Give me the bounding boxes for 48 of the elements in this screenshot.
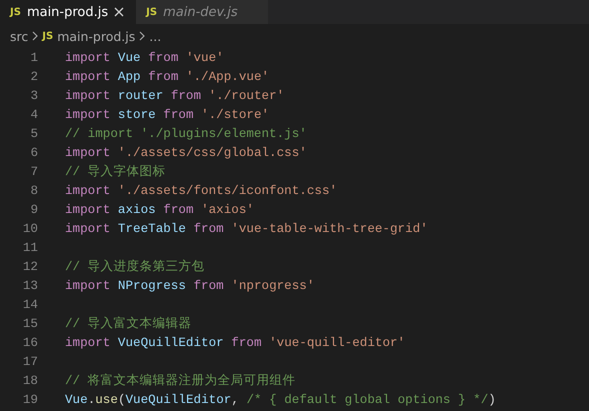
breadcrumb-item[interactable]: ... bbox=[149, 28, 162, 44]
code-line: import './assets/css/global.css' bbox=[65, 146, 307, 160]
code-line: // 导入字体图标 bbox=[65, 164, 166, 180]
code-line: // 导入富文本编辑器 bbox=[65, 316, 192, 332]
line-number: 16 bbox=[22, 336, 38, 350]
js-file-icon: JS bbox=[146, 6, 158, 18]
line-number: 7 bbox=[29, 164, 38, 178]
line-number: 12 bbox=[22, 260, 38, 274]
line-number: 5 bbox=[29, 126, 38, 140]
line-number: 19 bbox=[22, 392, 38, 406]
line-number: 6 bbox=[29, 146, 38, 160]
tab-label[interactable]: main-prod.js bbox=[26, 4, 108, 20]
code-line: import TreeTable from 'vue-table-with-tree-grid' bbox=[65, 222, 428, 236]
code-line: import store from './store' bbox=[65, 108, 270, 122]
line-number: 4 bbox=[29, 108, 38, 122]
line-number: 10 bbox=[22, 222, 38, 236]
line-number: 18 bbox=[22, 374, 38, 388]
line-number: 11 bbox=[22, 240, 38, 254]
line-number: 15 bbox=[22, 316, 38, 330]
code-line: Vue.use(VueQuillEditor, /* { default global options } */) bbox=[65, 392, 496, 406]
code-line: import VueQuillEditor from 'vue-quill-editor' bbox=[65, 336, 406, 350]
code-line: // import './plugins/element.js' bbox=[65, 126, 307, 140]
chevron-icon bbox=[32, 31, 38, 41]
line-number: 3 bbox=[29, 88, 38, 102]
editor-tab[interactable]: JS main-prod.js bbox=[0, 0, 136, 24]
code-line: import router from './router' bbox=[65, 88, 284, 102]
line-number: 9 bbox=[29, 202, 38, 216]
chevron-icon bbox=[139, 31, 146, 41]
line-number: 13 bbox=[22, 278, 38, 292]
code-line: import Vue from 'vue' bbox=[65, 50, 224, 64]
breadcrumb-item[interactable]: main-prod.js bbox=[57, 28, 136, 44]
code-line: // 将富文本编辑器注册为全局可用组件 bbox=[65, 372, 296, 389]
js-file-icon: JS bbox=[10, 6, 21, 18]
code-line: import './assets/fonts/iconfont.css' bbox=[65, 184, 338, 198]
line-number: 2 bbox=[29, 70, 38, 84]
breadcrumb-item[interactable]: src bbox=[10, 28, 28, 44]
line-number: 17 bbox=[22, 354, 38, 368]
editor-tab[interactable]: JS main-dev.js bbox=[136, 0, 268, 24]
line-number: 1 bbox=[29, 50, 38, 64]
code-line: import App from './App.vue' bbox=[65, 70, 270, 84]
code-line: // 导入进度条第三方包 bbox=[65, 258, 205, 275]
line-number: 14 bbox=[22, 298, 38, 312]
code-line: import NProgress from 'nprogress' bbox=[65, 278, 314, 292]
code-line: import axios from 'axios' bbox=[65, 202, 254, 216]
tab-label[interactable]: main-dev.js bbox=[163, 4, 238, 20]
close-icon[interactable] bbox=[114, 7, 124, 17]
line-number: 8 bbox=[29, 184, 38, 198]
js-file-icon: JS bbox=[42, 30, 54, 42]
